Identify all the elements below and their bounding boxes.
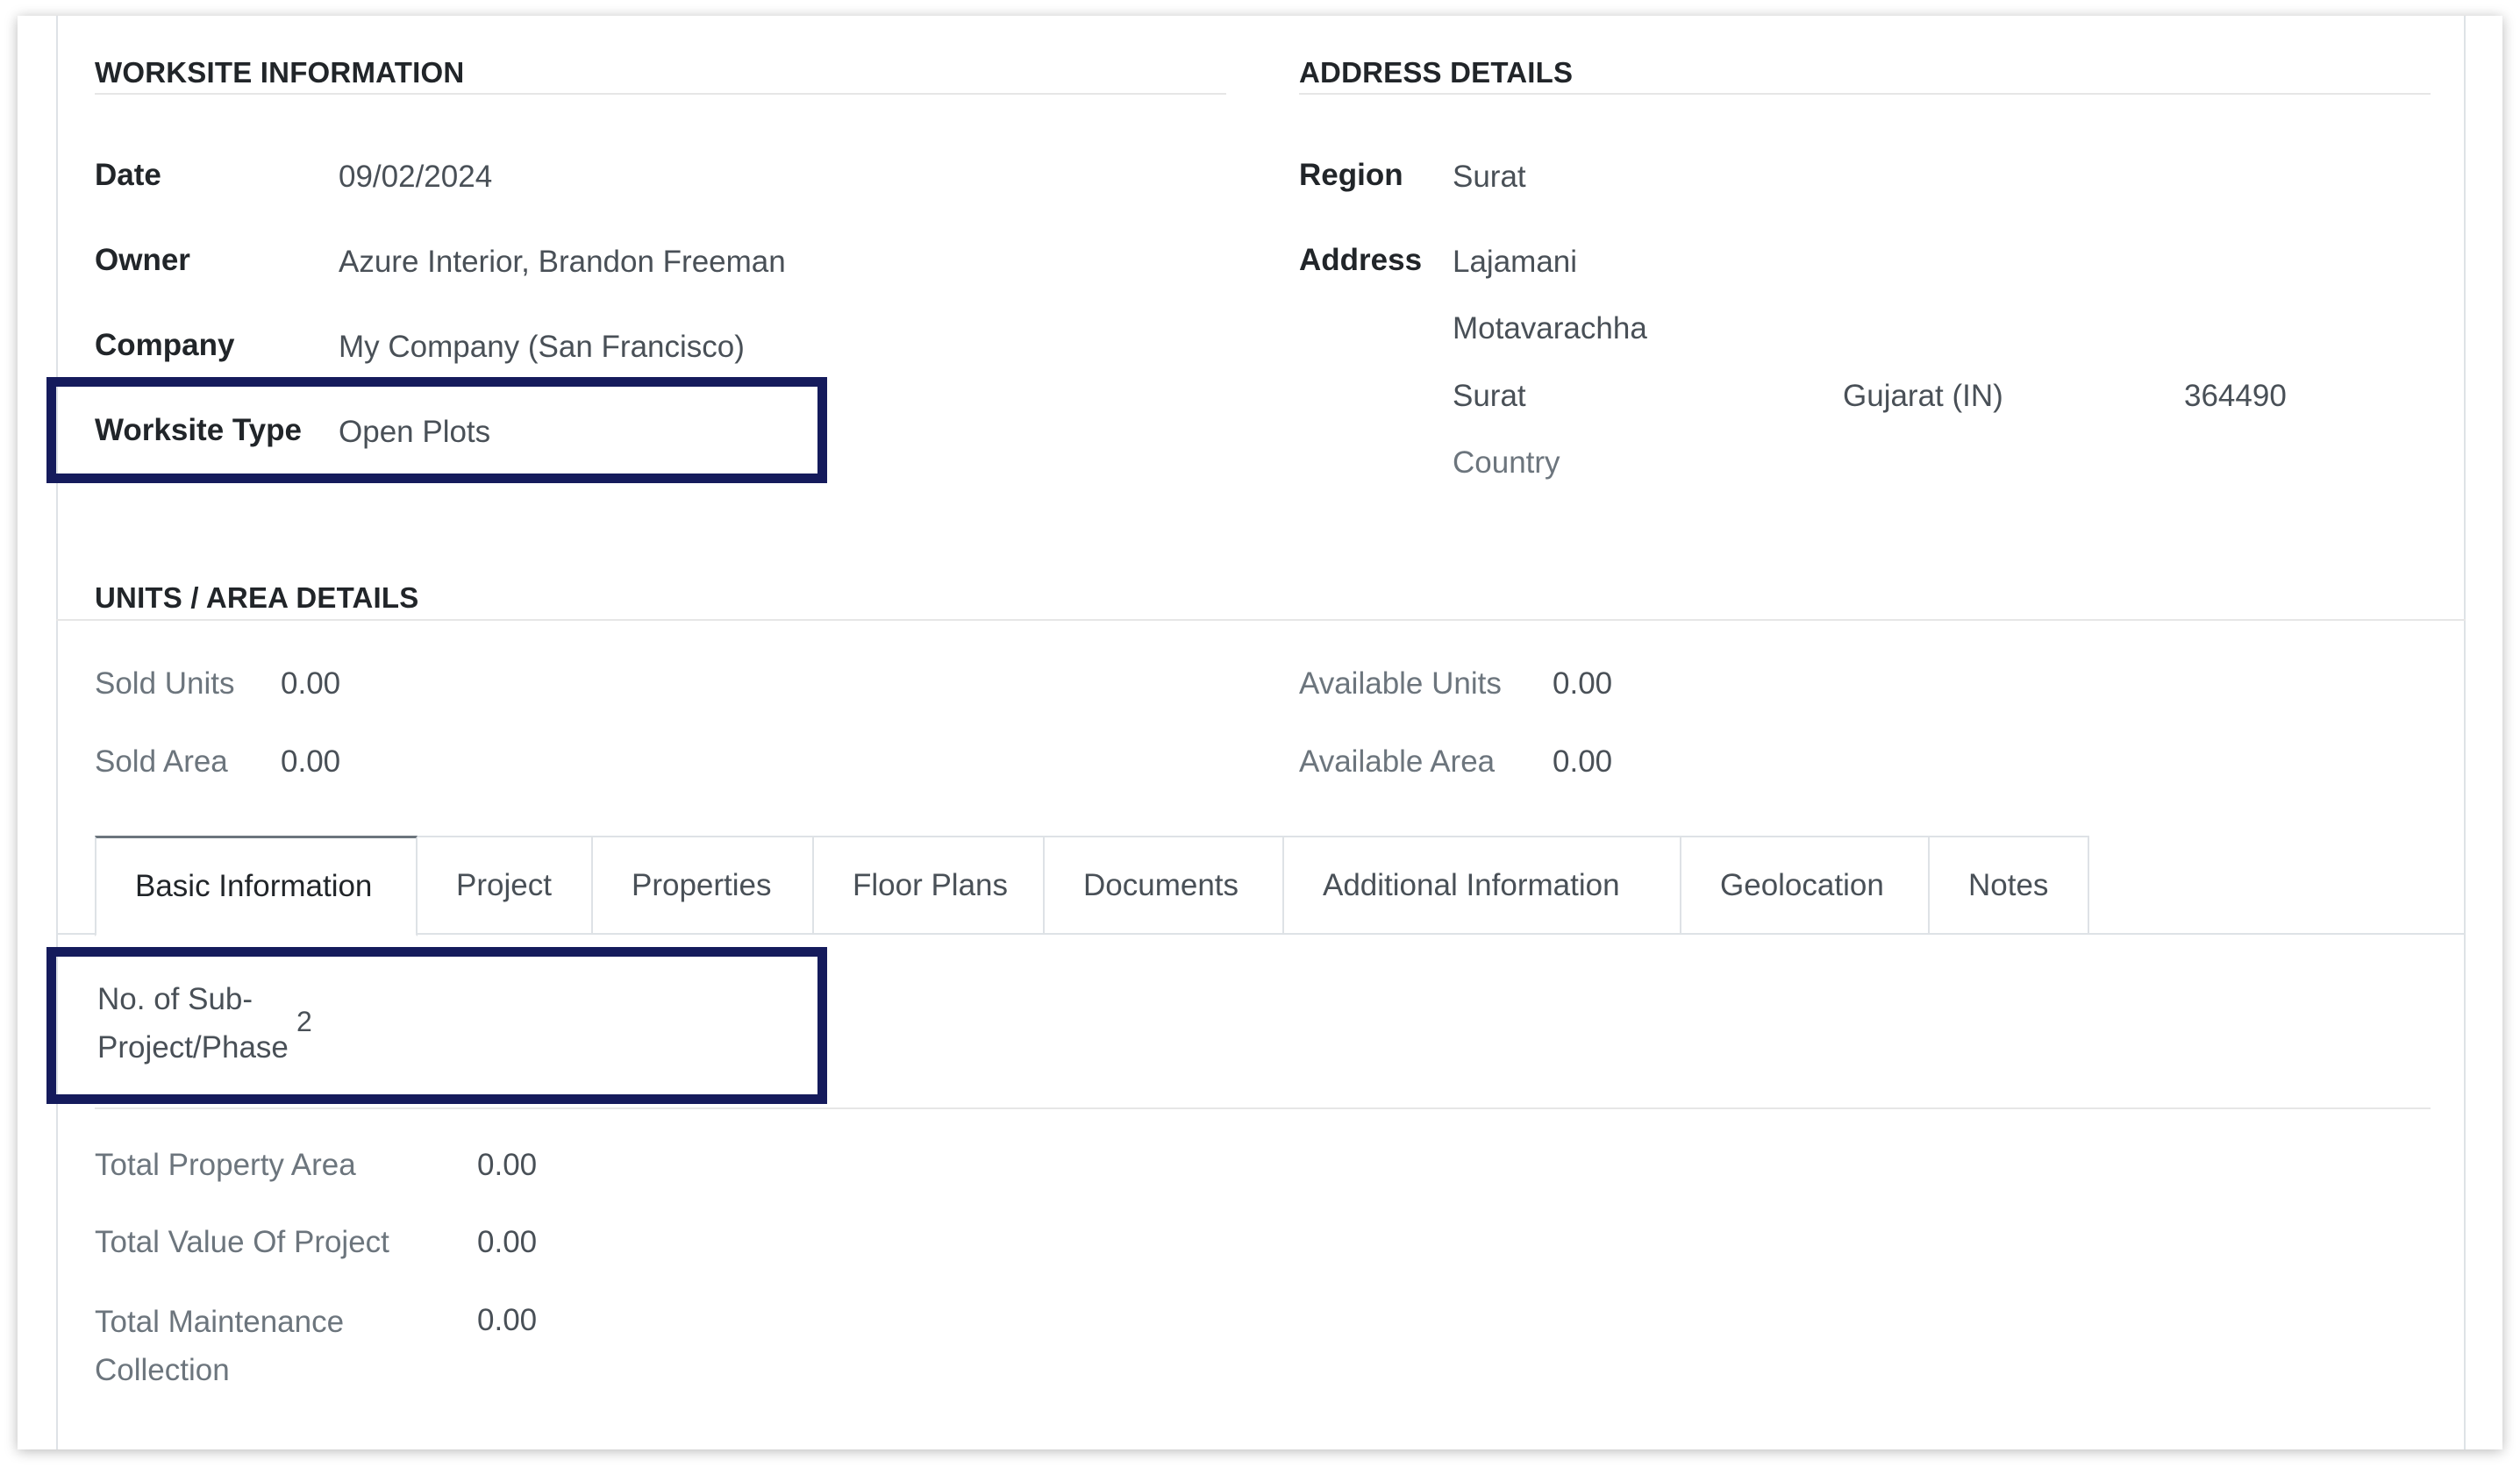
total-maintenance-label: Total Maintenance Collection <box>95 1298 344 1394</box>
tab-properties[interactable]: Properties <box>593 836 814 935</box>
tab-documents[interactable]: Documents <box>1045 836 1284 935</box>
region-label: Region <box>1299 158 1403 192</box>
sold-area-label: Sold Area <box>95 744 228 779</box>
subproject-label-line1: No. of Sub- <box>97 982 253 1016</box>
date-field[interactable]: 09/02/2024 <box>339 160 492 195</box>
tab-geolocation[interactable]: Geolocation <box>1681 836 1930 935</box>
worksite-section-title: WORKSITE INFORMATION <box>95 56 465 89</box>
date-label: Date <box>95 158 161 192</box>
owner-field[interactable]: Azure Interior, Brandon Freeman <box>339 245 786 280</box>
available-area-value: 0.00 <box>1553 744 1613 779</box>
street2-field[interactable]: Motavarachha <box>1453 311 1647 346</box>
owner-label: Owner <box>95 243 190 277</box>
tab-floor-plans[interactable]: Floor Plans <box>814 836 1045 935</box>
total-maintenance-value: 0.00 <box>477 1303 538 1337</box>
total-maintenance-label-line1: Total Maintenance <box>95 1305 345 1339</box>
state-field[interactable]: Gujarat (IN) <box>1843 379 2003 414</box>
company-label: Company <box>95 328 235 362</box>
address-section-title: ADDRESS DETAILS <box>1299 56 1574 89</box>
units-section-title: UNITS / AREA DETAILS <box>95 581 419 614</box>
subproject-field[interactable]: 2 <box>296 1006 312 1038</box>
tab-basic-information[interactable]: Basic Information <box>95 836 418 936</box>
total-maintenance-label-line2: Collection <box>95 1353 230 1387</box>
tab-additional-information[interactable]: Additional Information <box>1284 836 1681 935</box>
worksite-type-field[interactable]: Open Plots <box>339 415 490 450</box>
street-field[interactable]: Lajamani <box>1453 245 1577 280</box>
total-property-area-value: 0.00 <box>477 1148 538 1182</box>
available-units-label: Available Units <box>1299 666 1502 701</box>
available-units-value: 0.00 <box>1553 666 1613 701</box>
units-title-rule <box>56 619 2466 621</box>
address-title-rule <box>1299 93 2431 95</box>
tab-project[interactable]: Project <box>418 836 593 935</box>
region-field[interactable]: Surat <box>1453 160 1526 195</box>
subproject-label-line2: Project/Phase <box>97 1030 289 1065</box>
worksite-type-label: Worksite Type <box>95 413 302 447</box>
address-label: Address <box>1299 243 1423 277</box>
country-field[interactable]: Country <box>1453 445 1560 481</box>
form-sheet <box>56 16 2466 1449</box>
zip-field[interactable]: 364490 <box>2184 379 2287 414</box>
total-property-area-label: Total Property Area <box>95 1148 356 1182</box>
city-field[interactable]: Surat <box>1453 379 1526 414</box>
sold-units-value: 0.00 <box>281 666 341 701</box>
subproject-label: No. of Sub- Project/Phase <box>97 975 289 1072</box>
sold-units-label: Sold Units <box>95 666 235 701</box>
sold-area-value: 0.00 <box>281 744 341 779</box>
total-value-label: Total Value Of Project <box>95 1225 389 1259</box>
tab-notes[interactable]: Notes <box>1930 836 2089 935</box>
total-value-value: 0.00 <box>477 1225 538 1259</box>
basic-info-rule <box>95 1107 2431 1109</box>
worksite-title-rule <box>95 93 1226 95</box>
notebook-tabs: Basic Information Project Properties Flo… <box>95 836 2089 936</box>
company-field[interactable]: My Company (San Francisco) <box>339 330 745 365</box>
available-area-label: Available Area <box>1299 744 1496 779</box>
